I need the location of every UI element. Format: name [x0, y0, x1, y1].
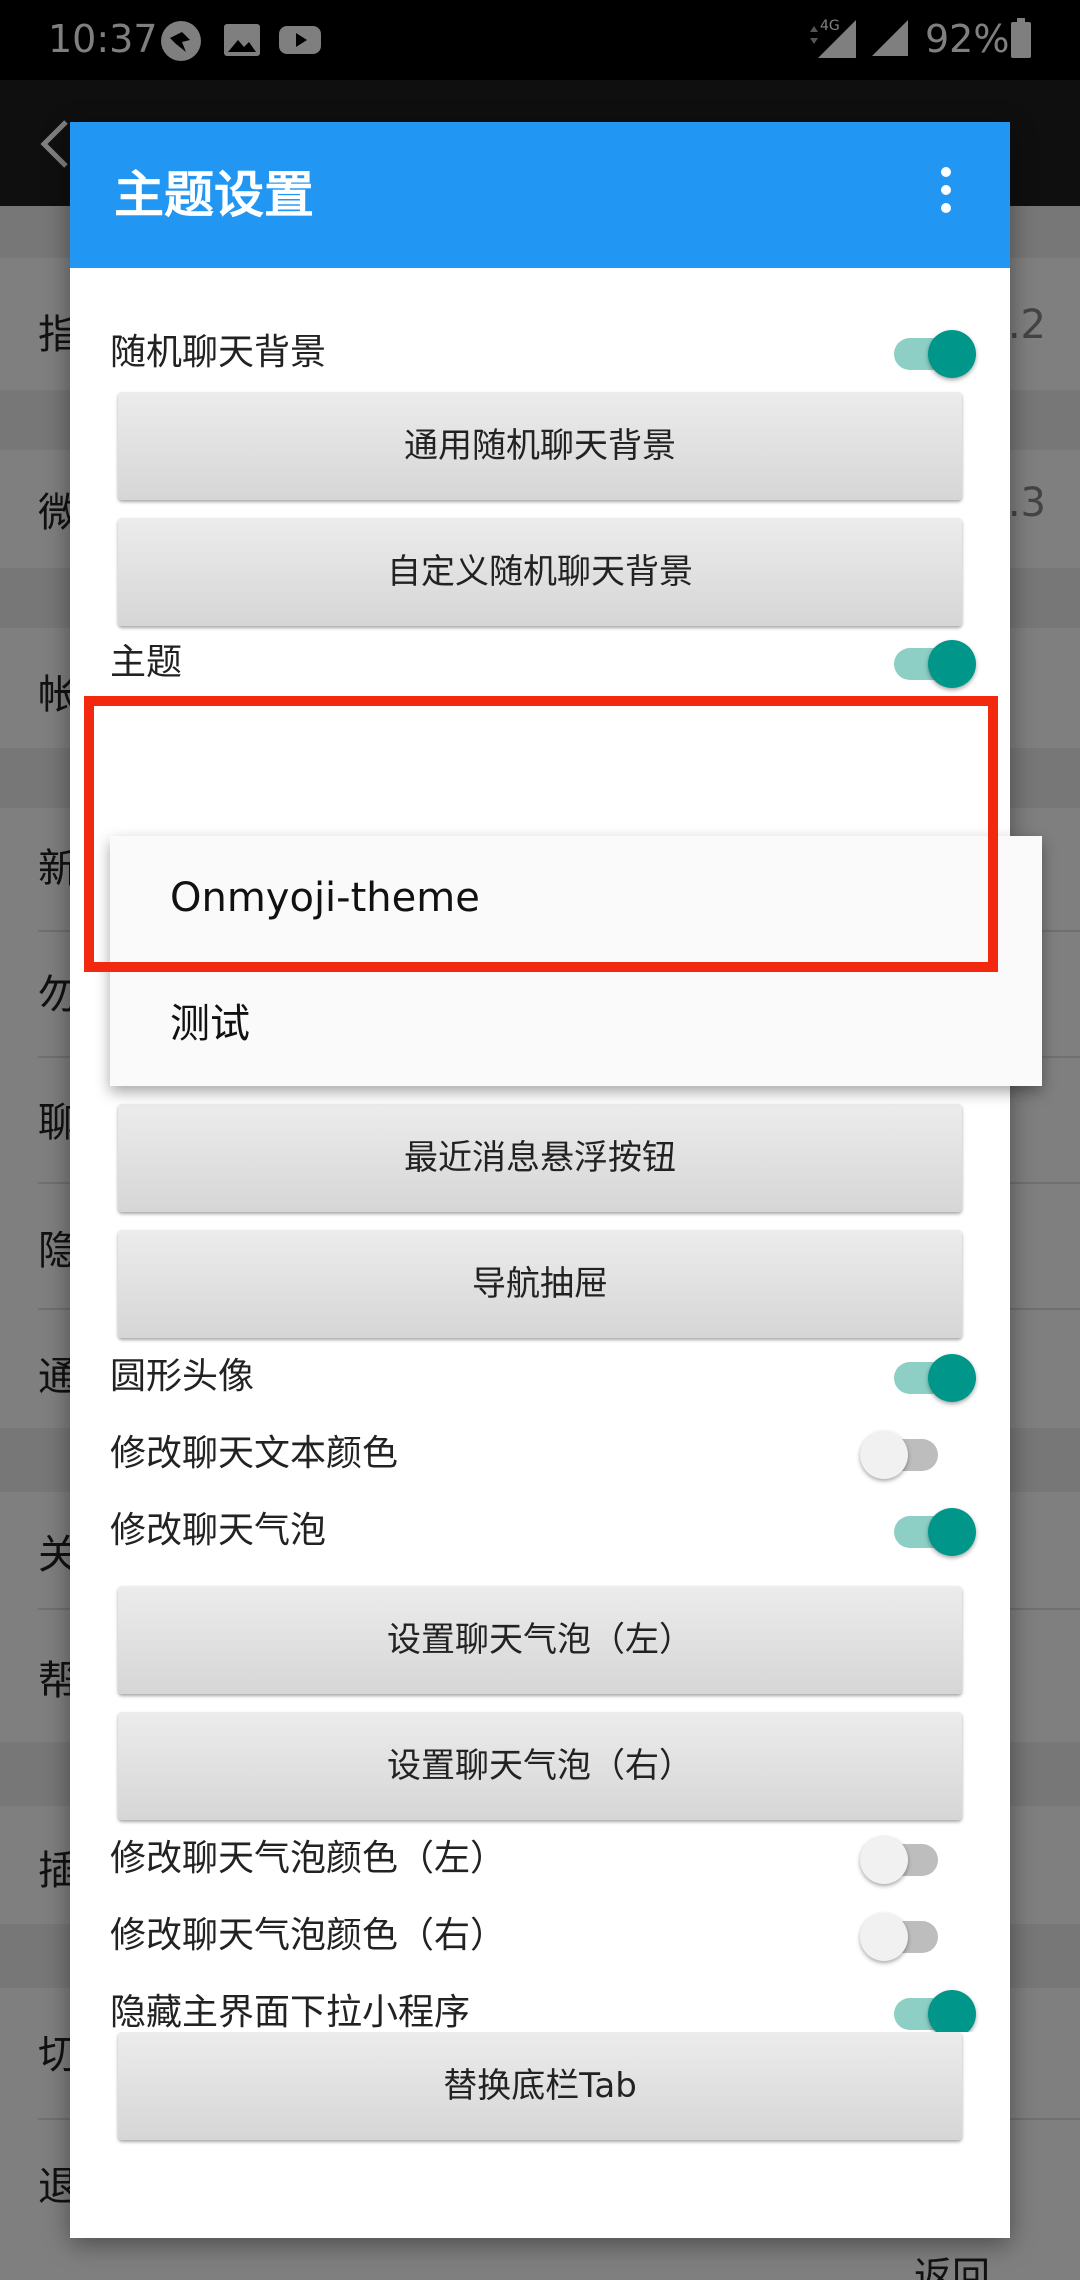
dialog-title: 主题设置: [114, 166, 314, 224]
setting-random-chat-bg[interactable]: 随机聊天背景: [70, 318, 1010, 388]
hide-miniprogram-switch[interactable]: [880, 1990, 976, 2032]
return-button[interactable]: 返回: [906, 2246, 998, 2280]
random-chat-bg-switch[interactable]: [880, 330, 976, 378]
setting-label: 随机聊天背景: [110, 332, 327, 373]
chat-bubble-switch[interactable]: [880, 1508, 976, 1556]
round-avatar-switch[interactable]: [880, 1354, 976, 1402]
setting-label: 圆形头像: [110, 1356, 255, 1397]
setting-label: 修改聊天气泡颜色（左）: [110, 1838, 507, 1879]
setting-label: 主题: [110, 642, 183, 683]
setting-label: 修改聊天文本颜色: [110, 1433, 399, 1474]
dialog-content[interactable]: 随机聊天背景 通用随机聊天背景 自定义随机聊天背景 主题 最近消息悬浮按钮 导航…: [70, 268, 1010, 2032]
theme-switch[interactable]: [880, 640, 976, 688]
setting-bubble-color-left[interactable]: 修改聊天气泡颜色（左）: [70, 1824, 1010, 1894]
bubble-left-button[interactable]: 设置聊天气泡（左）: [118, 1586, 962, 1694]
setting-bubble-color-right[interactable]: 修改聊天气泡颜色（右）: [70, 1901, 1010, 1971]
general-random-bg-button[interactable]: 通用随机聊天背景: [118, 392, 962, 500]
chat-text-color-switch[interactable]: [860, 1431, 956, 1479]
popup-item-test[interactable]: 测试: [110, 962, 1042, 1086]
scroll-clip-wrapper: [70, 2032, 1010, 2156]
bubble-color-right-switch[interactable]: [860, 1913, 956, 1961]
setting-chat-text-color[interactable]: 修改聊天文本颜色: [70, 1419, 1010, 1489]
highlight-box: [84, 696, 998, 972]
setting-round-avatar[interactable]: 圆形头像: [70, 1342, 1010, 1412]
setting-theme[interactable]: 主题: [70, 628, 1010, 698]
navigation-drawer-button[interactable]: 导航抽屉: [118, 1230, 962, 1338]
recent-message-float-button[interactable]: 最近消息悬浮按钮: [118, 1104, 962, 1212]
theme-settings-dialog: 主题设置 随机聊天背景 通用随机聊天背景 自定义随机聊天背景 主题 最近消息悬浮…: [70, 122, 1042, 2280]
setting-label: 隐藏主界面下拉小程序: [110, 1992, 471, 2032]
setting-chat-bubble[interactable]: 修改聊天气泡: [70, 1496, 1010, 1566]
setting-hide-miniprogram[interactable]: 隐藏主界面下拉小程序: [70, 1978, 1010, 2032]
setting-label: 修改聊天气泡: [110, 1510, 327, 1551]
custom-random-bg-button[interactable]: 自定义随机聊天背景: [118, 518, 962, 626]
setting-label: 修改聊天气泡颜色（右）: [110, 1915, 507, 1956]
bubble-color-left-switch[interactable]: [860, 1836, 956, 1884]
bubble-right-button[interactable]: 设置聊天气泡（右）: [118, 1712, 962, 1820]
dialog-header: 主题设置: [70, 122, 1010, 268]
more-options-icon[interactable]: [926, 162, 966, 226]
